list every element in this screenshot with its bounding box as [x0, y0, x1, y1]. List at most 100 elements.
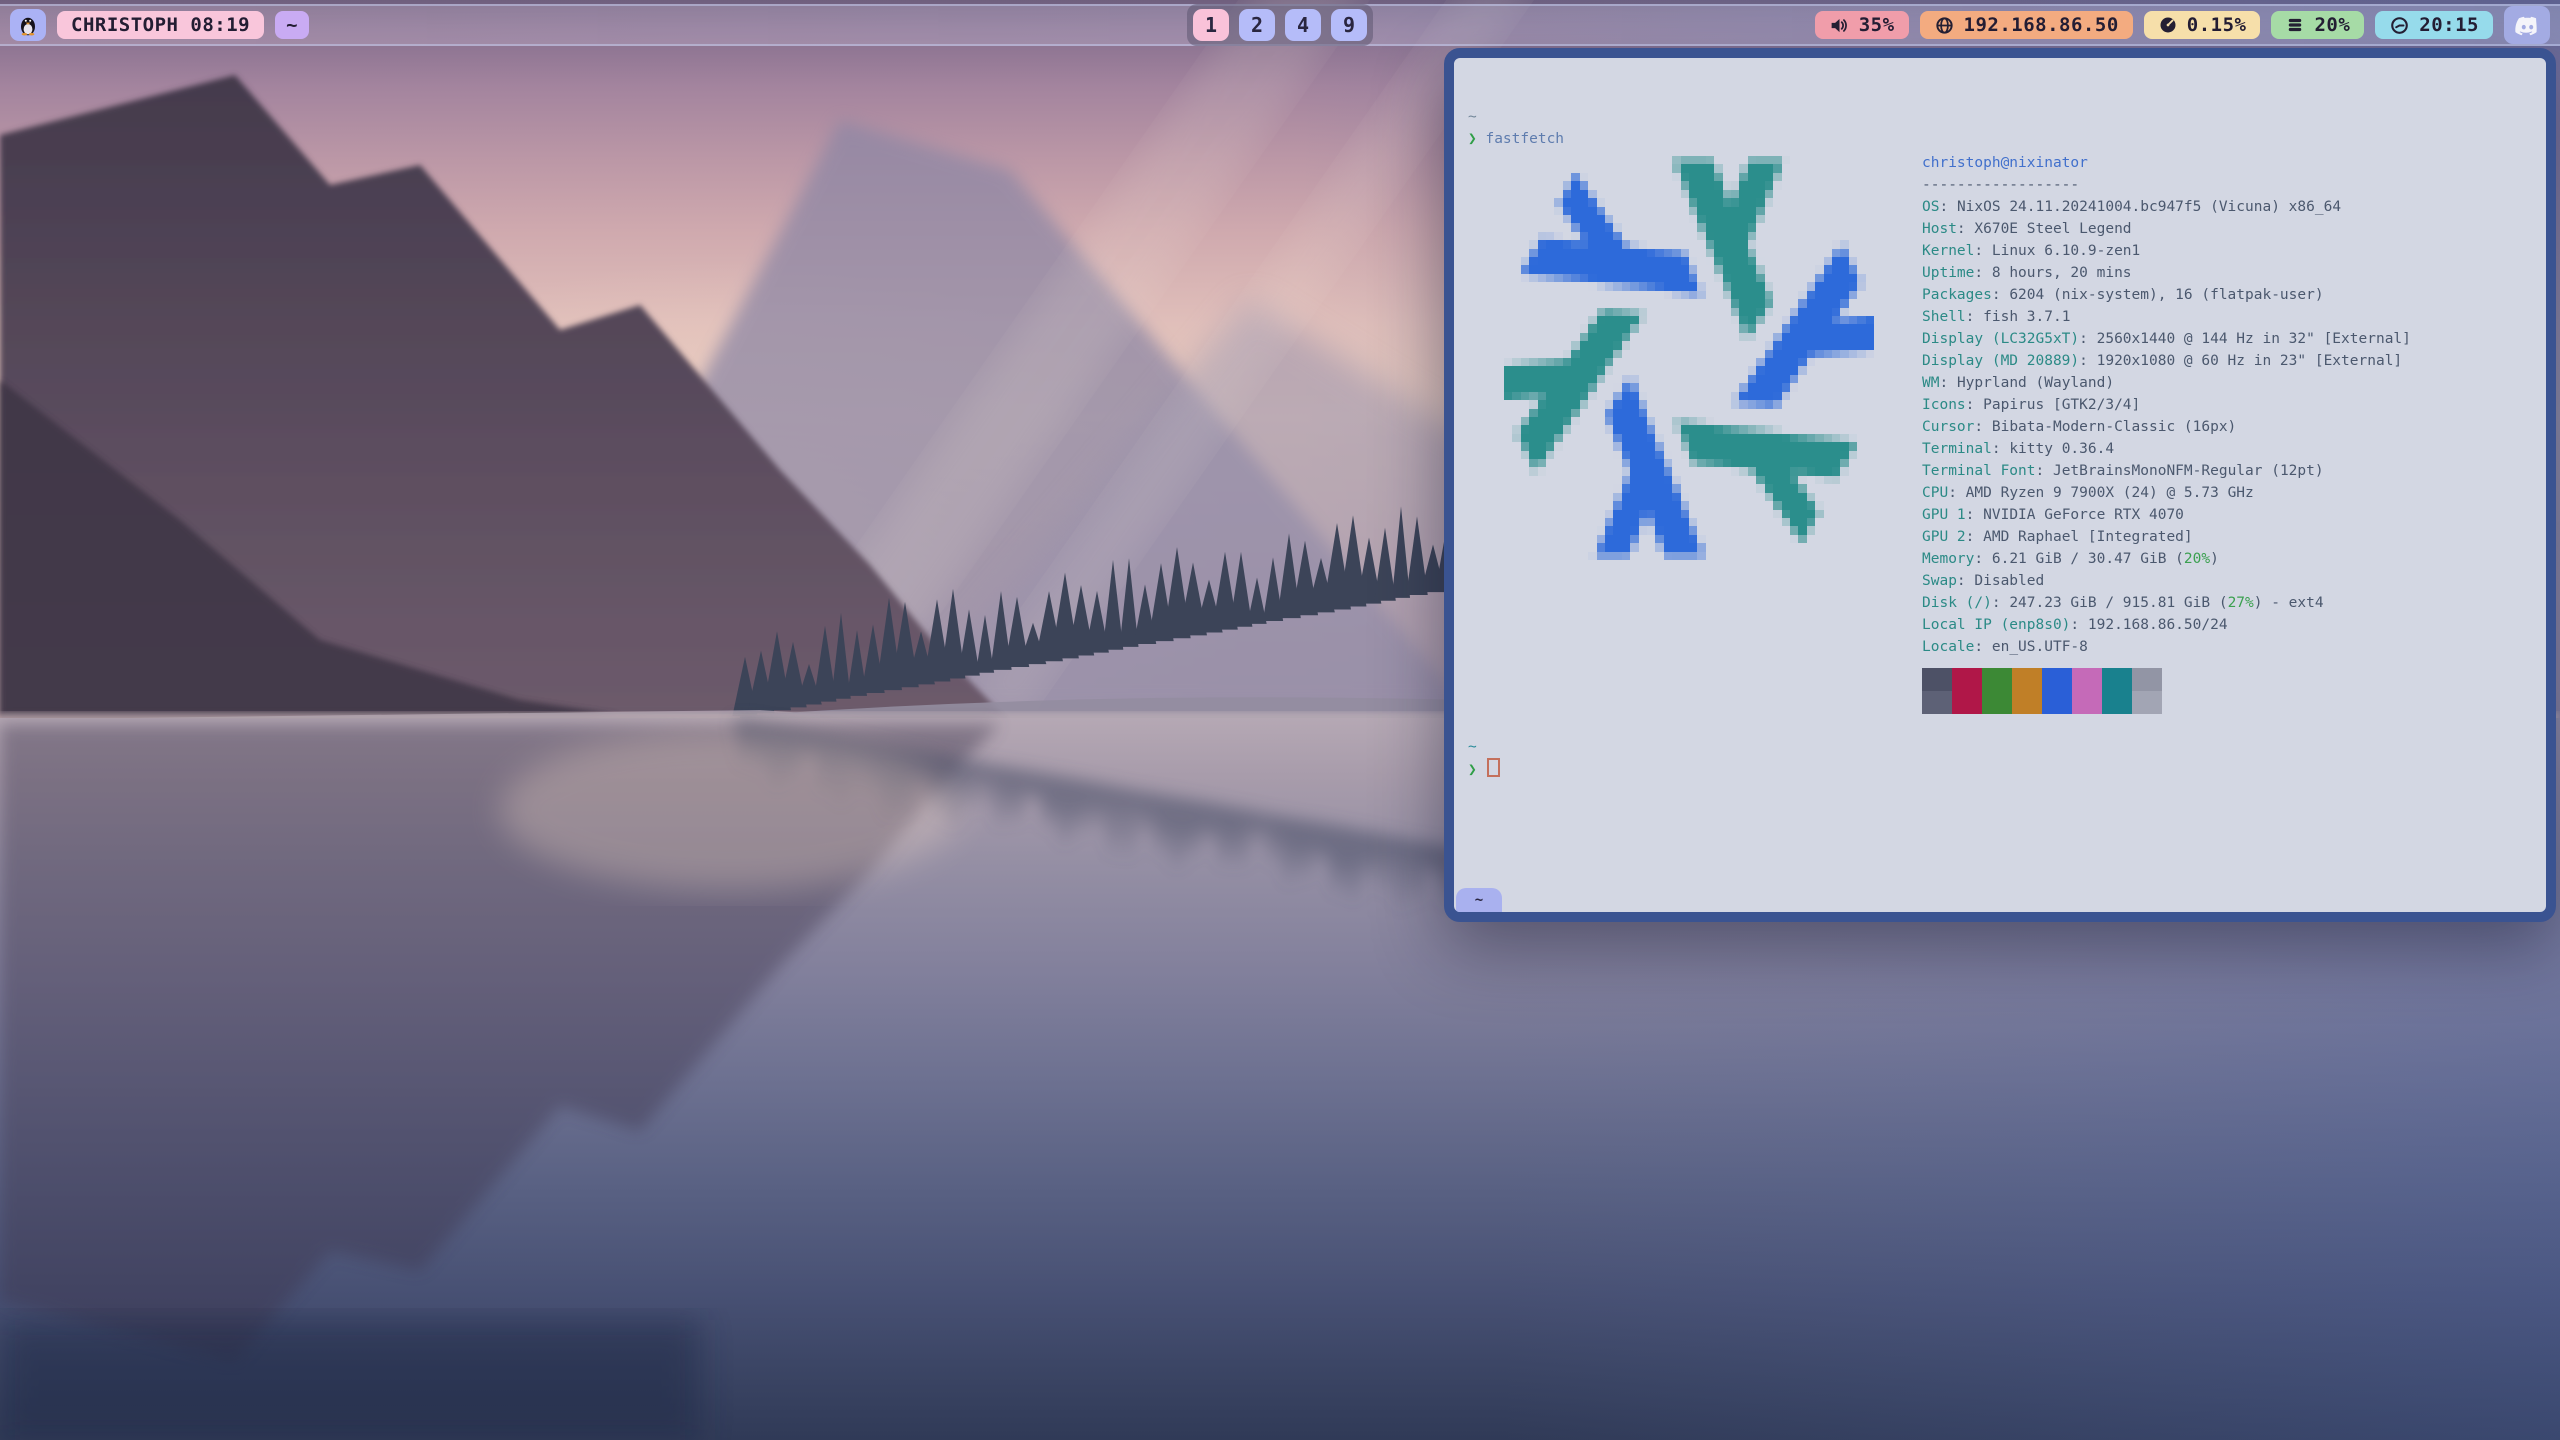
fastfetch-field-row: Memory: 6.21 GiB / 30.47 GiB (20%) [1922, 548, 2411, 570]
palette-swatch [2132, 668, 2162, 691]
palette-swatch [1922, 691, 1952, 714]
fastfetch-field-row: Cursor: Bibata-Modern-Classic (16px) [1922, 416, 2411, 438]
fastfetch-field-row: Kernel: Linux 6.10.9-zen1 [1922, 240, 2411, 262]
fastfetch-field-row: Shell: fish 3.7.1 [1922, 306, 2411, 328]
field-label: OS [1922, 199, 1939, 215]
bar-module-network[interactable]: 192.168.86.50 [1920, 11, 2133, 39]
field-value: kitty 0.36.4 [2009, 441, 2114, 457]
palette-swatch [2102, 668, 2132, 691]
field-label: GPU 2 [1922, 529, 1966, 545]
bar-left-cluster: CHRISTOPH 08:19 ~ [10, 9, 309, 41]
fastfetch-field-row: Terminal: kitty 0.36.4 [1922, 438, 2411, 460]
field-label: GPU 1 [1922, 507, 1966, 523]
gauge-icon [2158, 15, 2178, 35]
desktop: CHRISTOPH 08:19 ~ 1249 35% 192.168.86.50 0… [0, 0, 2560, 1440]
field-value: Disabled [1974, 573, 2044, 589]
bar-module-clock[interactable]: 20:15 [2375, 11, 2493, 39]
field-value: 1920x1080 @ 60 Hz in 23" [External] [2097, 353, 2403, 369]
palette-swatch [1982, 691, 2012, 714]
globe-icon [1934, 15, 1955, 36]
workspace-label: 2 [1251, 13, 1263, 37]
field-label: Disk (/) [1922, 595, 1992, 611]
terminal-color-palette [1922, 668, 2411, 714]
field-label: Swap [1922, 573, 1957, 589]
kitty-tab-bar: ~ [1454, 888, 2546, 912]
fastfetch-field-row: Icons: Papirus [GTK2/3/4] [1922, 394, 2411, 416]
typed-command: fastfetch [1485, 131, 1564, 147]
field-value: Hyprland (Wayland) [1957, 375, 2114, 391]
discord-tray-button[interactable] [2504, 6, 2550, 44]
field-value: 8 hours, 20 mins [1992, 265, 2132, 281]
workspace-button-2[interactable]: 2 [1239, 9, 1275, 41]
fastfetch-field-row: Disk (/): 247.23 GiB / 915.81 GiB (27%) … [1922, 592, 2411, 614]
field-label: Local IP (enp8s0) [1922, 617, 2070, 633]
field-value: 6.21 GiB / 30.47 GiB (20%) [1992, 551, 2219, 567]
bar-module-memory[interactable]: 20% [2271, 11, 2364, 39]
prompt-symbol: ❯ [1468, 762, 1477, 778]
field-value: Linux 6.10.9-zen1 [1992, 243, 2140, 259]
prompt-cwd: ~ [1468, 109, 1477, 125]
workspace-button-1[interactable]: 1 [1193, 9, 1229, 41]
field-label: Locale [1922, 639, 1974, 655]
bar-module-volume[interactable]: 35% [1815, 11, 1909, 39]
field-label: Memory [1922, 551, 1974, 567]
user-clock-pill[interactable]: CHRISTOPH 08:19 [57, 11, 264, 39]
field-value: en_US.UTF-8 [1992, 639, 2088, 655]
module-text: 35% [1859, 14, 1895, 36]
workspace-button-4[interactable]: 4 [1285, 9, 1321, 41]
module-text: 0.15% [2187, 14, 2247, 36]
bar-module-cpu-load[interactable]: 0.15% [2144, 11, 2261, 39]
launcher-button[interactable] [10, 9, 46, 41]
workspace-button-9[interactable]: 9 [1331, 9, 1367, 41]
fastfetch-field-row: Packages: 6204 (nix-system), 16 (flatpak… [1922, 284, 2411, 306]
fastfetch-output: christoph@nixinator ------------------ O… [1468, 152, 2546, 714]
palette-swatch [1922, 668, 1952, 691]
field-value: 247.23 GiB / 915.81 GiB (27%) - ext4 [2009, 595, 2323, 611]
fastfetch-field-row: Display (LC32G5xT): 2560x1440 @ 144 Hz i… [1922, 328, 2411, 350]
tab-home[interactable]: ~ [1456, 888, 1502, 912]
fastfetch-field-row: OS: NixOS 24.11.20241004.bc947f5 (Vicuna… [1922, 196, 2411, 218]
field-value: Papirus [GTK2/3/4] [1983, 397, 2140, 413]
database-icon [2285, 15, 2305, 35]
field-value: NVIDIA GeForce RTX 4070 [1983, 507, 2184, 523]
fastfetch-field-row: GPU 2: AMD Raphael [Integrated] [1922, 526, 2411, 548]
field-label: Uptime [1922, 265, 1974, 281]
palette-swatch [2042, 668, 2072, 691]
discord-icon [2514, 12, 2541, 39]
palette-swatch [2012, 668, 2042, 691]
fastfetch-field-row: Host: X670E Steel Legend [1922, 218, 2411, 240]
directory-badge[interactable]: ~ [275, 11, 309, 39]
palette-swatch [1952, 668, 1982, 691]
fastfetch-separator: ------------------ [1922, 174, 2411, 196]
fastfetch-title: christoph@nixinator [1922, 152, 2411, 174]
fastfetch-field-row: WM: Hyprland (Wayland) [1922, 372, 2411, 394]
fastfetch-field-row: Uptime: 8 hours, 20 mins [1922, 262, 2411, 284]
field-label: CPU [1922, 485, 1948, 501]
field-label: Packages [1922, 287, 1992, 303]
fastfetch-field-row: Locale: en_US.UTF-8 [1922, 636, 2411, 658]
tux-icon [16, 13, 40, 37]
speaker-icon [1829, 15, 1850, 36]
palette-swatch [2102, 691, 2132, 714]
bar-right-cluster: 35% 192.168.86.50 0.15% 20% 20:15 [1815, 6, 2550, 44]
kitty-terminal-window[interactable]: ~ ❯ fastfetch christoph@nixinator ------… [1444, 48, 2556, 922]
prompt-cwd: ~ [1468, 739, 1477, 755]
palette-swatch [2042, 691, 2072, 714]
palette-swatch [2132, 691, 2162, 714]
field-value: JetBrainsMonoNFM-Regular (12pt) [2053, 463, 2324, 479]
field-label: Terminal [1922, 441, 1992, 457]
field-label: Host [1922, 221, 1957, 237]
field-label: Display (LC32G5xT) [1922, 331, 2079, 347]
fastfetch-field-row: Local IP (enp8s0): 192.168.86.50/24 [1922, 614, 2411, 636]
module-text: 20:15 [2419, 14, 2479, 36]
module-text: 192.168.86.50 [1964, 14, 2119, 36]
terminal-cursor [1487, 758, 1500, 777]
directory-label: ~ [286, 14, 298, 36]
field-value: 192.168.86.50/24 [2088, 617, 2228, 633]
fastfetch-field-row: GPU 1: NVIDIA GeForce RTX 4070 [1922, 504, 2411, 526]
field-value: AMD Ryzen 9 7900X (24) @ 5.73 GHz [1966, 485, 2254, 501]
palette-swatch [1982, 668, 2012, 691]
field-label: Shell [1922, 309, 1966, 325]
fastfetch-fields: OS: NixOS 24.11.20241004.bc947f5 (Vicuna… [1922, 196, 2411, 658]
palette-swatch [1952, 691, 1982, 714]
